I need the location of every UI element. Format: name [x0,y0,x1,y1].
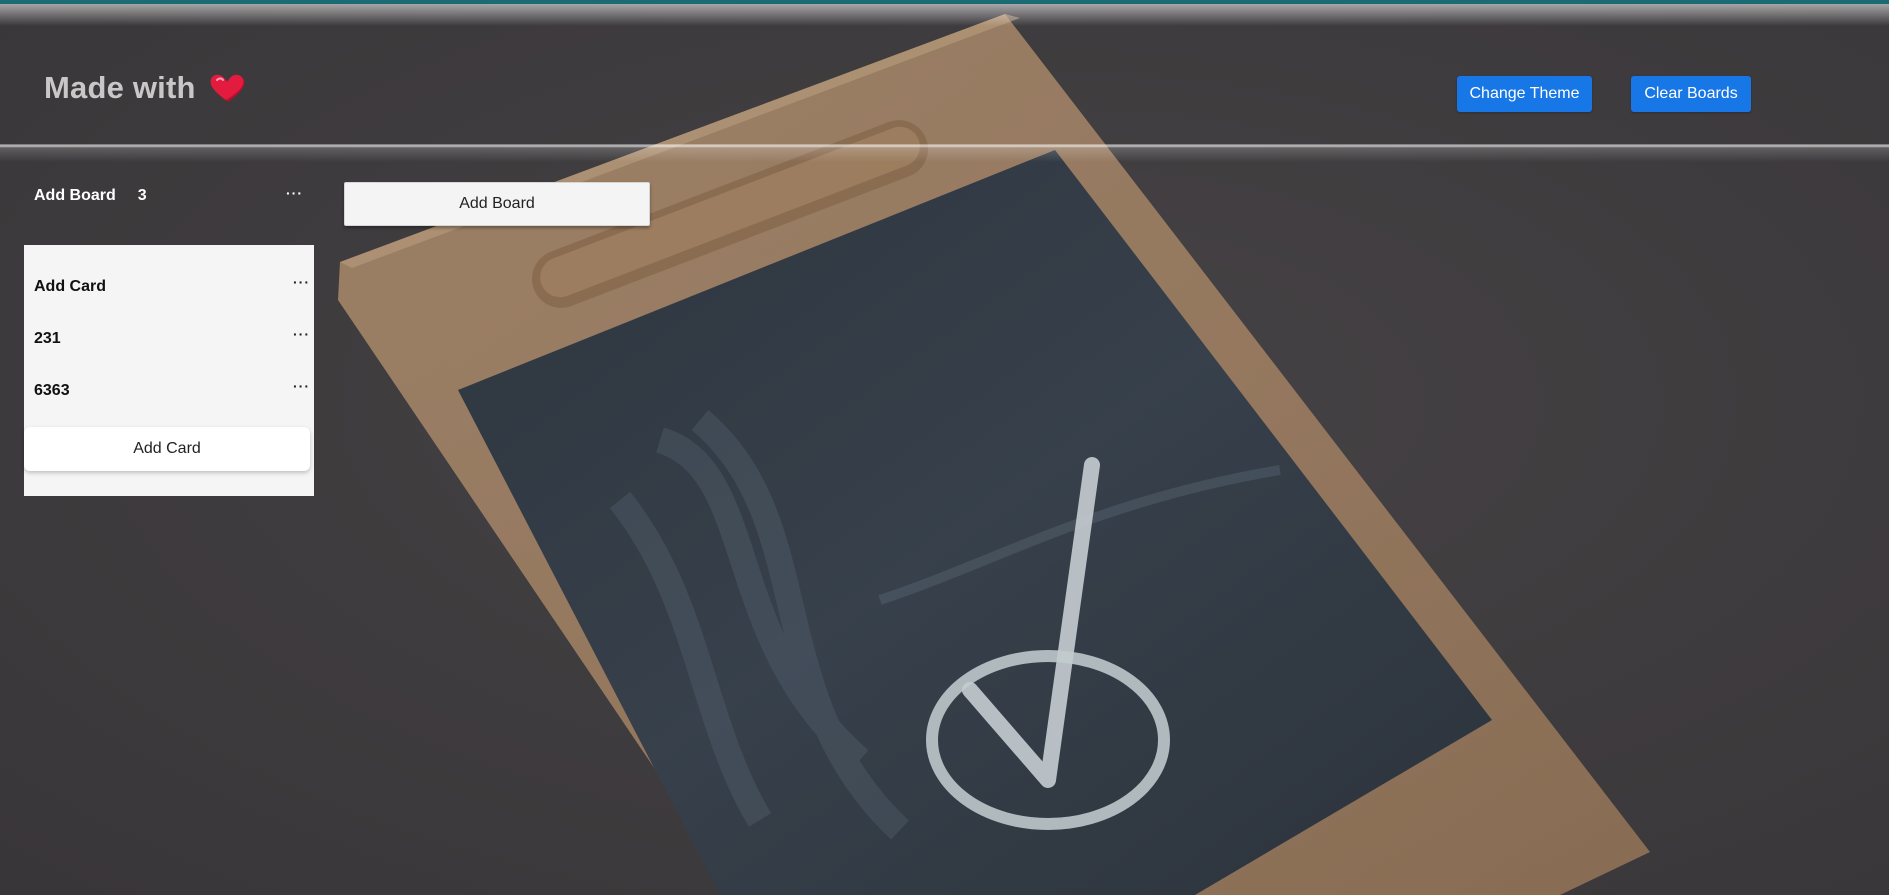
header-divider-glow [0,148,1889,162]
clear-boards-button[interactable]: Clear Boards [1631,76,1751,112]
brand-text: Made with [44,70,196,105]
card-item[interactable]: 231 ··· [34,325,309,353]
heart-icon [208,72,248,104]
card-title: 6363 [34,382,70,399]
more-horizontal-icon[interactable]: ··· [293,275,310,289]
card-title: 231 [34,330,61,347]
card-title: Add Card [34,278,106,295]
add-board-button[interactable]: Add Board [344,182,650,226]
add-card-button[interactable]: Add Card [24,427,310,471]
change-theme-button[interactable]: Change Theme [1457,76,1592,112]
card-item[interactable]: 6363 ··· [34,377,309,405]
board-card-count: 3 [137,187,147,204]
kanban-app: Made with Change Theme Clear Boards Add … [0,0,1889,895]
more-horizontal-icon[interactable]: ··· [293,327,310,341]
board-header: Add Board 3 ··· [34,182,306,210]
board-title[interactable]: Add Board [34,187,116,205]
card-item[interactable]: Add Card ··· [34,273,309,301]
more-horizontal-icon[interactable]: ··· [286,186,303,200]
top-glow [0,4,1889,26]
brand: Made with [44,70,248,106]
more-horizontal-icon[interactable]: ··· [293,379,310,393]
board-panel: Add Card ··· 231 ··· 6363 ··· Add Card [24,245,314,496]
